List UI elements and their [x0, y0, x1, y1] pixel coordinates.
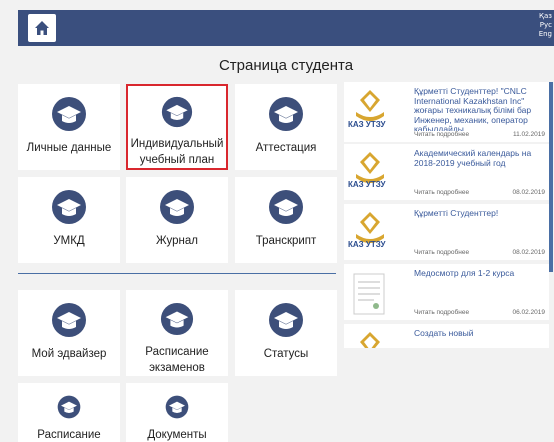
logo-text: КАЗ УТЗУ: [348, 240, 386, 249]
tile-label: Аттестация: [255, 142, 317, 154]
graduation-cap-icon: [160, 190, 194, 224]
tile-attestation[interactable]: Аттестация: [235, 84, 337, 170]
tile-individual-plan[interactable]: Индивидуальный учебный план: [126, 84, 228, 170]
news-feed[interactable]: КАЗ УТЗУ Құрметті Студенттер! "CNLC Inte…: [344, 82, 554, 348]
lang-rus[interactable]: Рус: [540, 21, 552, 30]
graduation-cap-icon: [161, 96, 193, 128]
university-logo-icon: [356, 152, 384, 183]
tile-label: Расписание экзаменов: [145, 346, 209, 374]
tile-journal[interactable]: Журнал: [126, 177, 228, 263]
tile-transcript[interactable]: Транскрипт: [235, 177, 337, 263]
university-logo-icon: [360, 332, 380, 348]
news-item[interactable]: Создать новый: [344, 324, 549, 348]
news-title[interactable]: Академический календарь на 2018-2019 уче…: [414, 149, 548, 168]
graduation-cap-icon: [269, 303, 303, 337]
news-date: 08.02.2019: [512, 189, 545, 196]
tile-label: Транскрипт: [255, 235, 317, 247]
read-more-link[interactable]: Читать подробнее: [414, 189, 469, 196]
news-title[interactable]: Создать новый: [414, 329, 548, 339]
page-title: Страница студента: [218, 57, 354, 74]
graduation-cap-icon: [269, 190, 303, 224]
university-logo-icon: [356, 90, 384, 121]
tile-label: Мой эдвайзер: [31, 348, 107, 360]
document-thumbnail-icon: [353, 273, 385, 315]
tile-exam-schedule[interactable]: Расписание экзаменов: [126, 290, 228, 376]
tile-umkd[interactable]: УМКД: [18, 177, 120, 263]
tile-my-advisor[interactable]: Мой эдвайзер: [18, 290, 120, 376]
graduation-cap-icon: [57, 395, 81, 419]
read-more-link[interactable]: Читать подробнее: [414, 309, 469, 316]
tile-schedule[interactable]: Расписание: [18, 383, 120, 442]
lang-eng[interactable]: Eng: [539, 30, 552, 39]
lang-kaz[interactable]: Қаз: [539, 12, 552, 21]
section-divider: [18, 273, 336, 274]
news-date: 06.02.2019: [512, 309, 545, 316]
tile-documents[interactable]: Документы: [126, 383, 228, 442]
news-scrollbar[interactable]: [549, 82, 553, 272]
language-switcher: Қаз Рус Eng: [539, 12, 552, 39]
news-title[interactable]: Құрметті Студенттер!: [414, 209, 548, 219]
graduation-cap-icon: [269, 97, 303, 131]
home-button[interactable]: [28, 14, 56, 42]
news-item[interactable]: КАЗ УТЗУ Құрметті Студенттер! Читать под…: [344, 204, 549, 260]
graduation-cap-icon: [165, 395, 189, 419]
top-bar: Қаз Рус Eng: [18, 10, 554, 46]
tile-personal-data[interactable]: Личные данные: [18, 84, 120, 170]
tile-label: УМКД: [53, 235, 85, 247]
tile-label: Документы: [147, 429, 207, 441]
news-date: 08.02.2019: [512, 249, 545, 256]
tile-label: Журнал: [156, 235, 198, 247]
tile-label: Расписание: [37, 429, 101, 441]
graduation-cap-icon: [52, 190, 86, 224]
read-more-link[interactable]: Читать подробнее: [414, 249, 469, 256]
tile-label: Индивидуальный учебный план: [130, 138, 224, 166]
graduation-cap-icon: [52, 97, 86, 131]
tile-label: Личные данные: [26, 142, 112, 154]
tile-statuses[interactable]: Статусы: [235, 290, 337, 376]
tile-label: Статусы: [263, 348, 309, 360]
news-item[interactable]: Медосмотр для 1-2 курса Читать подробнее…: [344, 264, 549, 320]
news-title[interactable]: Құрметті Студенттер! "CNLC International…: [414, 87, 548, 131]
news-item[interactable]: КАЗ УТЗУ Құрметті Студенттер! "CNLC Inte…: [344, 82, 549, 142]
logo-text: КАЗ УТЗУ: [348, 180, 386, 189]
logo-text: КАЗ УТЗУ: [348, 120, 386, 129]
news-date: 11.02.2019: [512, 131, 545, 138]
news-item[interactable]: КАЗ УТЗУ Академический календарь на 2018…: [344, 144, 549, 200]
university-logo-icon: [356, 212, 384, 243]
news-title[interactable]: Медосмотр для 1-2 курса: [414, 269, 548, 279]
graduation-cap-icon: [52, 303, 86, 337]
read-more-link[interactable]: Читать подробнее: [414, 131, 469, 138]
graduation-cap-icon: [160, 302, 194, 336]
home-icon: [35, 21, 49, 35]
